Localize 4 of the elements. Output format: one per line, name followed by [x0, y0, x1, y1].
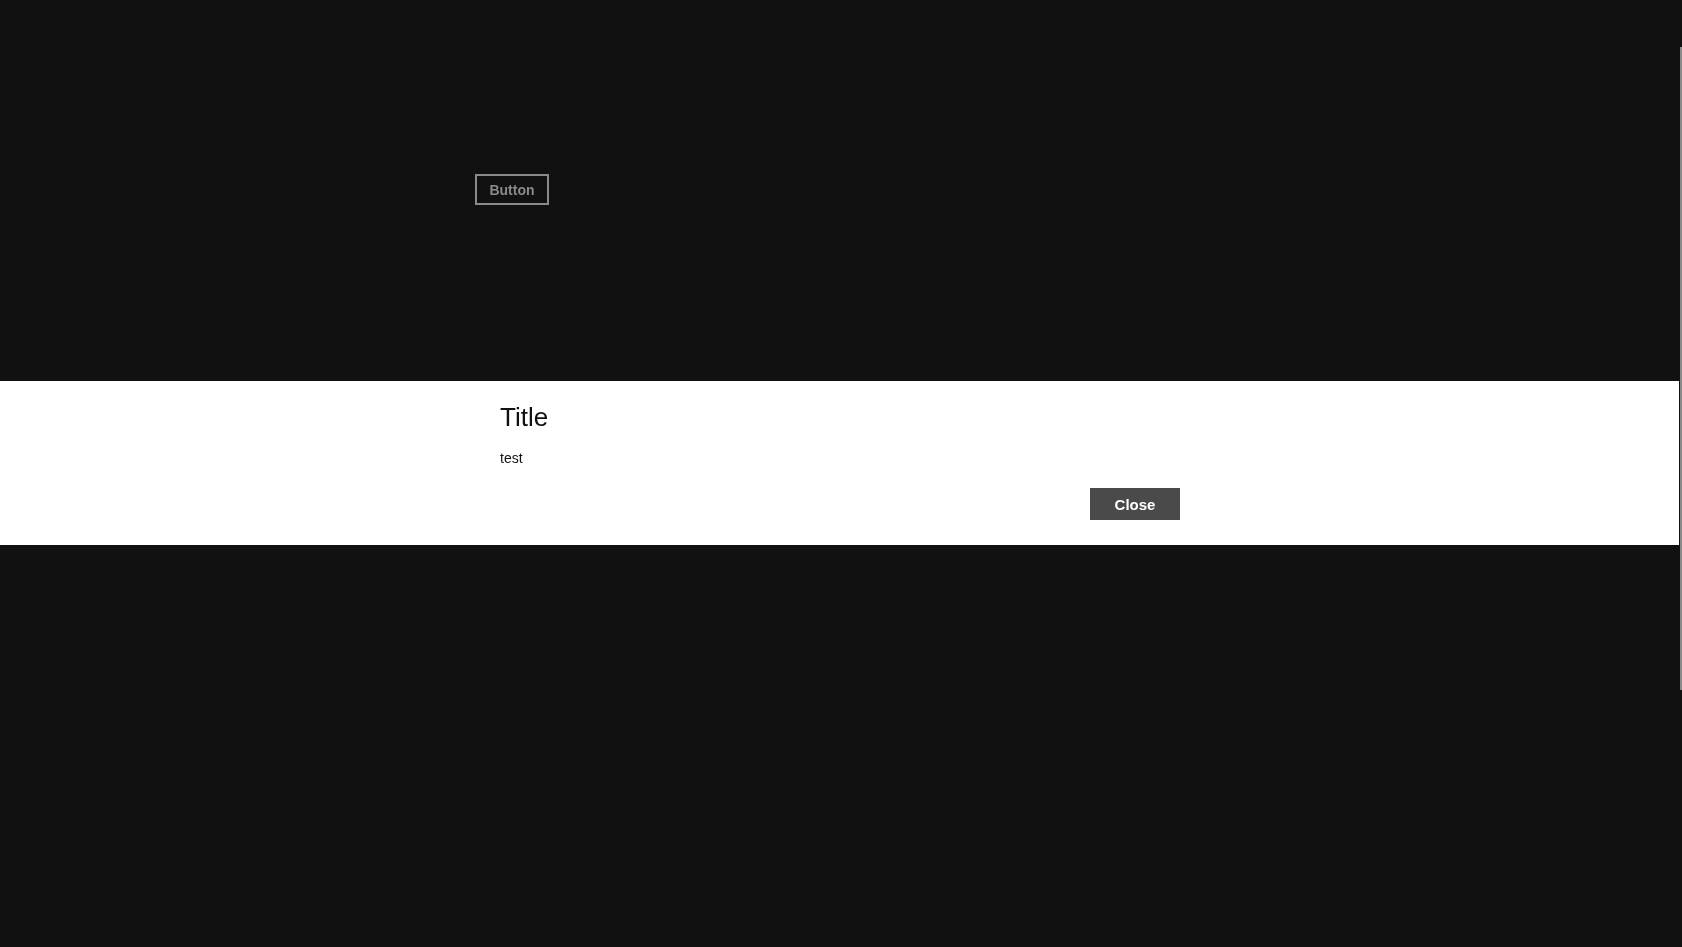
page-button[interactable]: Button	[475, 174, 549, 205]
close-button[interactable]: Close	[1090, 488, 1180, 520]
dialog-message: test	[500, 449, 523, 468]
dialog-title: Title	[500, 401, 549, 433]
